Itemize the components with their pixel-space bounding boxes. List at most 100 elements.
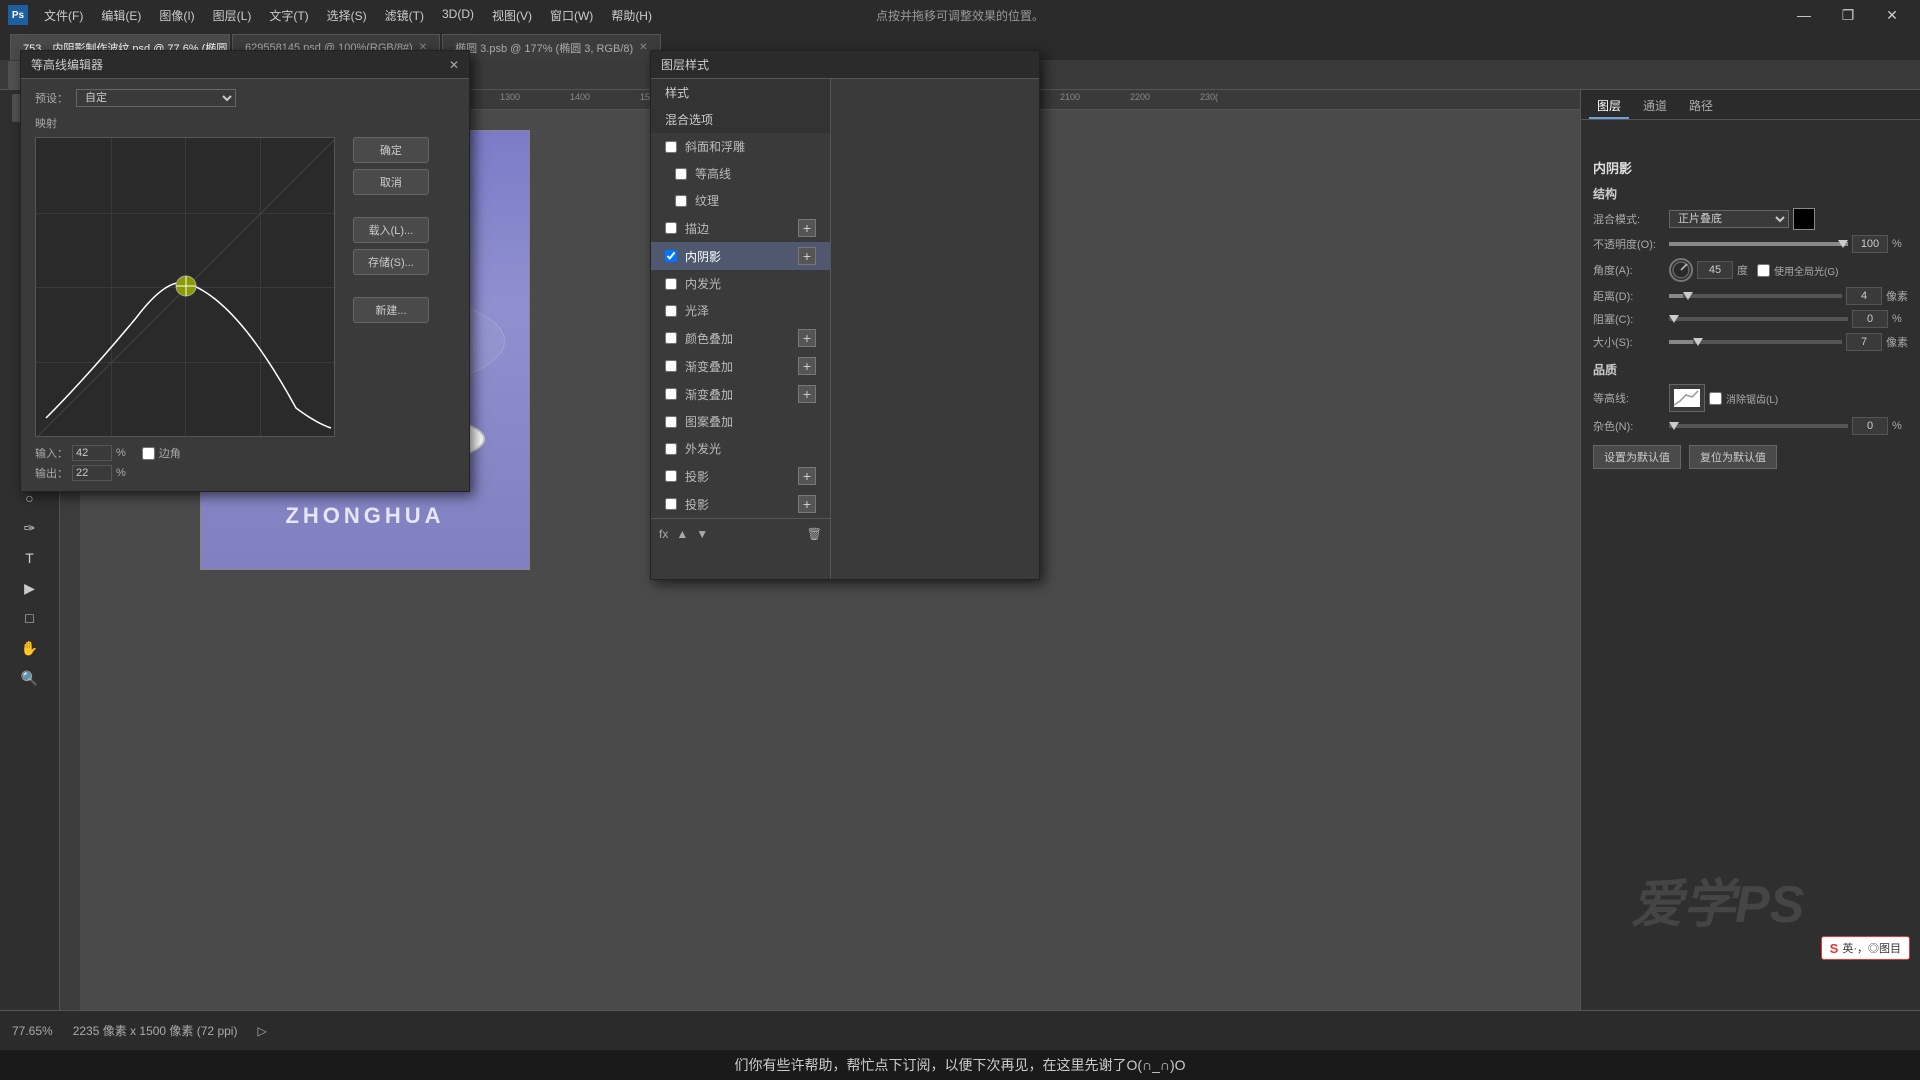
dialog-item-contour[interactable]: 等高线	[651, 160, 830, 187]
delete-icon[interactable]: 🗑	[807, 527, 822, 541]
triangle-arrow[interactable]: ▷	[257, 1024, 266, 1038]
dialog-item-bevel[interactable]: 斜面和浮雕	[651, 133, 830, 160]
curve-close-btn[interactable]: ✕	[449, 58, 459, 72]
move-up-icon[interactable]: ▲	[676, 527, 688, 541]
menu-text[interactable]: 文字(T)	[261, 5, 316, 26]
checkbox-outer-glow[interactable]	[665, 443, 677, 455]
tool-pen[interactable]: ✑	[12, 514, 48, 542]
dialog-item-stroke[interactable]: 描边 +	[651, 214, 830, 242]
checkbox-inner-glow[interactable]	[665, 278, 677, 290]
cancel-btn[interactable]: 取消	[353, 169, 429, 195]
close-button[interactable]: ✕	[1872, 0, 1912, 30]
checkbox-stroke[interactable]	[665, 222, 677, 234]
size-input[interactable]	[1846, 333, 1882, 351]
tool-hand[interactable]: ✋	[12, 634, 48, 662]
dialog-item-inner-shadow[interactable]: 内阴影 +	[651, 242, 830, 270]
add-color-overlay-btn[interactable]: +	[798, 329, 816, 347]
reset-default-btn[interactable]: 复位为默认值	[1689, 445, 1777, 469]
load-btn[interactable]: 载入(L)...	[353, 217, 429, 243]
tab-channels[interactable]: 通道	[1635, 94, 1675, 119]
menu-filter[interactable]: 滤镜(T)	[377, 5, 432, 26]
checkbox-bevel[interactable]	[665, 141, 677, 153]
menu-window[interactable]: 窗口(W)	[542, 5, 601, 26]
contour-preview[interactable]	[1669, 384, 1705, 412]
noise-slider[interactable]	[1669, 424, 1848, 428]
distance-thumb[interactable]	[1683, 292, 1693, 300]
move-down-icon[interactable]: ▼	[696, 527, 708, 541]
dialog-item-texture[interactable]: 纹理	[651, 187, 830, 214]
opacity-thumb[interactable]	[1838, 240, 1848, 248]
save-btn[interactable]: 存储(S)...	[353, 249, 429, 275]
minimize-button[interactable]: —	[1784, 0, 1824, 30]
add-drop-shadow2-btn[interactable]: +	[798, 495, 816, 513]
menu-layer[interactable]: 图层(L)	[205, 5, 260, 26]
dialog-item-gradient-overlay2[interactable]: 渐变叠加 +	[651, 380, 830, 408]
noise-input[interactable]	[1852, 417, 1888, 435]
size-thumb[interactable]	[1693, 338, 1703, 346]
checkbox-texture[interactable]	[675, 195, 687, 207]
add-gradient-overlay-btn[interactable]: +	[798, 357, 816, 375]
angle-input[interactable]	[1697, 261, 1733, 279]
dialog-item-inner-glow[interactable]: 内发光	[651, 270, 830, 297]
curve-canvas[interactable]	[35, 137, 335, 437]
corner-checkbox[interactable]	[142, 447, 155, 460]
maximize-button[interactable]: ❐	[1828, 0, 1868, 30]
dialog-item-pattern-overlay[interactable]: 图案叠加	[651, 408, 830, 435]
set-default-btn[interactable]: 设置为默认值	[1593, 445, 1681, 469]
global-light-checkbox[interactable]	[1757, 264, 1770, 277]
tab-2[interactable]: 椭圆 3.psb @ 177% (椭圆 3, RGB/8) ✕	[442, 34, 660, 60]
noise-thumb[interactable]	[1669, 422, 1679, 430]
add-drop-shadow-btn[interactable]: +	[798, 467, 816, 485]
tab-paths[interactable]: 路径	[1681, 94, 1721, 119]
menu-edit[interactable]: 编辑(E)	[93, 5, 149, 26]
dialog-item-color-overlay[interactable]: 颜色叠加 +	[651, 324, 830, 352]
checkbox-color-overlay[interactable]	[665, 332, 677, 344]
checkbox-satin[interactable]	[665, 305, 677, 317]
distance-slider[interactable]	[1669, 294, 1842, 298]
menu-help[interactable]: 帮助(H)	[603, 5, 660, 26]
angle-widget[interactable]	[1669, 258, 1693, 282]
tab-layers[interactable]: 图层	[1589, 94, 1629, 119]
fx-icon[interactable]: fx	[659, 527, 668, 541]
checkbox-drop-shadow2[interactable]	[665, 498, 677, 510]
preset-select[interactable]: 自定	[76, 89, 236, 107]
blend-color-swatch[interactable]	[1793, 208, 1815, 230]
dialog-item-drop-shadow2[interactable]: 投影 +	[651, 490, 830, 518]
output-field[interactable]	[72, 465, 112, 481]
menu-image[interactable]: 图像(I)	[151, 5, 202, 26]
dialog-item-gradient-overlay[interactable]: 渐变叠加 +	[651, 352, 830, 380]
add-gradient-overlay2-btn[interactable]: +	[798, 385, 816, 403]
checkbox-gradient-overlay2[interactable]	[665, 388, 677, 400]
tool-zoom[interactable]: 🔍	[12, 664, 48, 692]
checkbox-inner-shadow[interactable]	[665, 250, 677, 262]
checkbox-pattern-overlay[interactable]	[665, 416, 677, 428]
dialog-item-drop-shadow[interactable]: 投影 +	[651, 462, 830, 490]
dialog-item-satin[interactable]: 光泽	[651, 297, 830, 324]
opacity-input[interactable]	[1852, 235, 1888, 253]
checkbox-drop-shadow[interactable]	[665, 470, 677, 482]
input-field[interactable]	[72, 445, 112, 461]
checkbox-contour[interactable]	[675, 168, 687, 180]
confirm-btn[interactable]: 确定	[353, 137, 429, 163]
menu-file[interactable]: 文件(F)	[36, 5, 91, 26]
opacity-slider[interactable]	[1669, 242, 1848, 246]
new-btn[interactable]: 新建...	[353, 297, 429, 323]
menu-3d[interactable]: 3D(D)	[434, 5, 482, 26]
checkbox-gradient-overlay[interactable]	[665, 360, 677, 372]
add-stroke-btn[interactable]: +	[798, 219, 816, 237]
add-inner-shadow-btn[interactable]: +	[798, 247, 816, 265]
tab-close-2[interactable]: ✕	[639, 42, 647, 53]
menu-view[interactable]: 视图(V)	[484, 5, 540, 26]
menu-select[interactable]: 选择(S)	[319, 5, 375, 26]
tool-text[interactable]: T	[12, 544, 48, 572]
tool-path-select[interactable]: ▶	[12, 574, 48, 602]
size-slider[interactable]	[1669, 340, 1842, 344]
blend-mode-select[interactable]: 正片叠底	[1669, 210, 1789, 228]
choke-slider[interactable]	[1669, 317, 1848, 321]
dialog-item-outer-glow[interactable]: 外发光	[651, 435, 830, 462]
distance-input[interactable]	[1846, 287, 1882, 305]
choke-thumb[interactable]	[1669, 315, 1679, 323]
tool-shape[interactable]: □	[12, 604, 48, 632]
choke-input[interactable]	[1852, 310, 1888, 328]
anti-alias-checkbox[interactable]	[1709, 392, 1722, 405]
